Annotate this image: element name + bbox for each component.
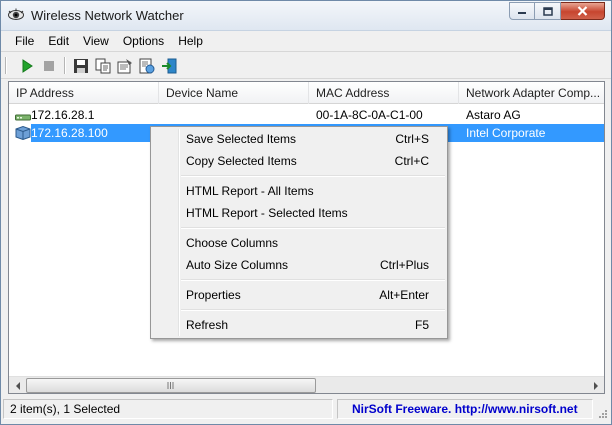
window-title: Wireless Network Watcher	[31, 8, 184, 23]
close-button[interactable]	[561, 2, 605, 20]
stop-scan-button[interactable]	[39, 56, 59, 76]
title-bar[interactable]: Wireless Network Watcher	[1, 1, 611, 31]
column-network-adapter-company[interactable]: Network Adapter Comp...	[459, 82, 604, 104]
minimize-button[interactable]	[509, 2, 535, 20]
menu-edit[interactable]: Edit	[41, 31, 76, 51]
grip-lines-icon	[167, 382, 174, 389]
save-icon	[74, 59, 88, 73]
menu-separator	[181, 175, 445, 177]
arrow-right-icon	[593, 381, 598, 390]
cell-mac-address: 00-1A-8C-0A-C1-00	[316, 108, 423, 122]
menu-view[interactable]: View	[76, 31, 116, 51]
exit-button[interactable]	[159, 56, 179, 76]
menu-choose-columns[interactable]: Choose Columns	[153, 232, 445, 254]
cell-network-adapter-company: Astaro AG	[466, 108, 521, 122]
main-window: Wireless Network Watcher File Edit View …	[0, 0, 612, 425]
properties-icon	[117, 59, 132, 74]
exit-icon	[162, 58, 177, 74]
menu-separator	[181, 227, 445, 229]
toolbar-grip[interactable]	[5, 57, 7, 74]
menu-html-report-all[interactable]: HTML Report - All Items	[153, 180, 445, 202]
toolbar-separator	[64, 57, 66, 74]
maximize-button[interactable]	[535, 2, 561, 20]
eye-icon	[8, 8, 24, 20]
scroll-right-button[interactable]	[587, 377, 604, 393]
cell-ip-address: 172.16.28.1	[31, 108, 95, 122]
menu-properties[interactable]: Properties Alt+Enter	[153, 284, 445, 306]
menu-help[interactable]: Help	[171, 31, 210, 51]
menu-file[interactable]: File	[8, 31, 41, 51]
menu-copy-selected-items[interactable]: Copy Selected Items Ctrl+C	[153, 150, 445, 172]
save-button[interactable]	[71, 56, 91, 76]
menu-separator	[181, 279, 445, 281]
router-icon	[15, 114, 31, 121]
menu-html-report-selected[interactable]: HTML Report - Selected Items	[153, 202, 445, 224]
menu-options[interactable]: Options	[116, 31, 171, 51]
horizontal-scrollbar[interactable]	[9, 376, 604, 393]
arrow-left-icon	[15, 381, 20, 390]
minimize-icon	[518, 12, 526, 14]
copy-button[interactable]	[93, 56, 113, 76]
toolbar	[1, 51, 611, 79]
scrollbar-thumb[interactable]	[26, 378, 316, 393]
context-menu: Save Selected Items Ctrl+S Copy Selected…	[150, 126, 448, 339]
stop-icon	[44, 61, 54, 71]
close-icon	[577, 6, 588, 16]
computer-icon	[15, 126, 31, 140]
copy-icon	[95, 58, 111, 74]
status-item-count: 2 item(s), 1 Selected	[3, 399, 333, 419]
properties-button[interactable]	[115, 56, 135, 76]
menu-refresh[interactable]: Refresh F5	[153, 314, 445, 336]
cell-ip-address: 172.16.28.100	[31, 126, 108, 140]
html-report-button[interactable]	[137, 56, 157, 76]
menu-save-selected-items[interactable]: Save Selected Items Ctrl+S	[153, 128, 445, 150]
play-icon	[22, 59, 33, 73]
resize-grip-icon[interactable]	[596, 409, 608, 421]
html-report-icon	[139, 58, 155, 74]
maximize-icon	[542, 6, 553, 16]
column-mac-address[interactable]: MAC Address	[309, 82, 459, 104]
status-bar: 2 item(s), 1 Selected NirSoft Freeware. …	[1, 396, 611, 424]
menu-bar: File Edit View Options Help	[1, 31, 611, 51]
menu-auto-size-columns[interactable]: Auto Size Columns Ctrl+Plus	[153, 254, 445, 276]
menu-separator	[181, 309, 445, 311]
scroll-left-button[interactable]	[9, 377, 26, 393]
column-device-name[interactable]: Device Name	[159, 82, 309, 104]
cell-network-adapter-company: Intel Corporate	[466, 126, 546, 140]
nirsoft-link[interactable]: NirSoft Freeware. http://www.nirsoft.net	[337, 399, 593, 419]
table-row[interactable]: 172.16.28.1 00-1A-8C-0A-C1-00 Astaro AG	[9, 106, 604, 124]
column-ip-address[interactable]: IP Address	[9, 82, 159, 104]
list-header: IP Address Device Name MAC Address Netwo…	[9, 82, 604, 104]
start-scan-button[interactable]	[17, 56, 37, 76]
